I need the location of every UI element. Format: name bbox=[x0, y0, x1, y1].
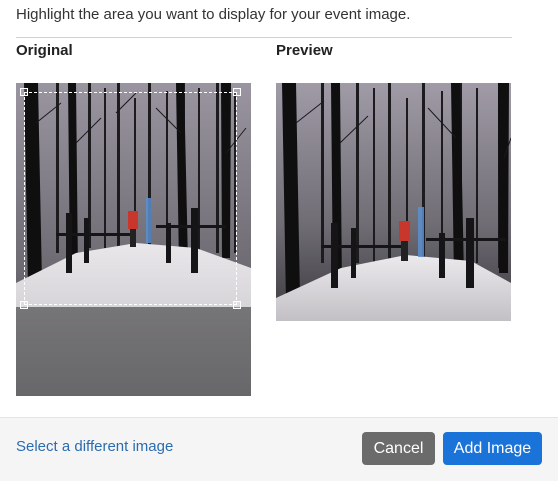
cancel-button[interactable]: Cancel bbox=[362, 432, 435, 465]
divider bbox=[16, 37, 512, 38]
preview-label: Preview bbox=[276, 42, 333, 59]
add-image-button[interactable]: Add Image bbox=[443, 432, 542, 465]
forest-scene-preview bbox=[276, 83, 511, 321]
original-label: Original bbox=[16, 42, 73, 59]
dimmed-area bbox=[16, 307, 251, 396]
crop-selection[interactable] bbox=[20, 88, 241, 309]
crop-handle-top-right[interactable] bbox=[233, 88, 241, 96]
crop-handle-top-left[interactable] bbox=[20, 88, 28, 96]
modal-footer: Select a different image Cancel Add Imag… bbox=[0, 417, 558, 481]
preview-image bbox=[276, 83, 511, 321]
instructions-text: Highlight the area you want to display f… bbox=[16, 6, 411, 23]
crop-handle-bottom-right[interactable] bbox=[233, 301, 241, 309]
original-image bbox=[16, 83, 251, 396]
crop-handle-bottom-left[interactable] bbox=[20, 301, 28, 309]
select-different-image-link[interactable]: Select a different image bbox=[16, 438, 173, 455]
